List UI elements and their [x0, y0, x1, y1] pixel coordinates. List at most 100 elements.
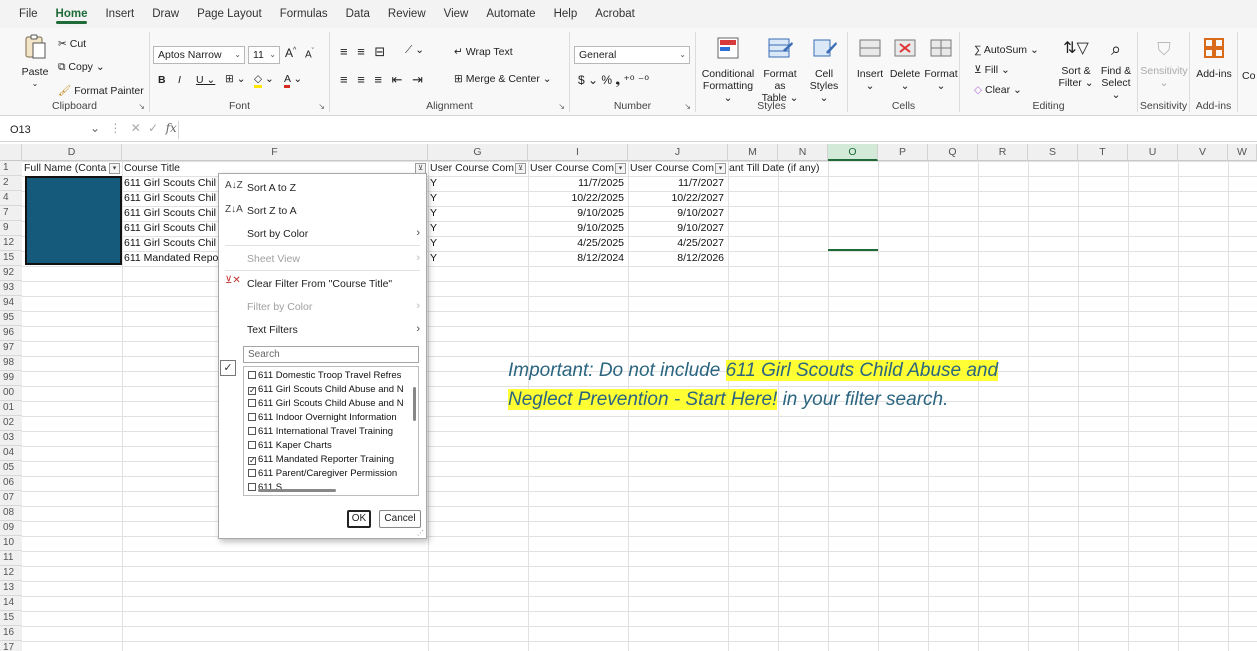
number-launcher-icon[interactable]: ↘: [684, 102, 691, 111]
row-header[interactable]: 94: [0, 296, 22, 311]
header-cell-valid-till[interactable]: ant Till Date (if any): [727, 161, 827, 176]
font-launcher-icon[interactable]: ↘: [318, 102, 325, 111]
row-header[interactable]: 15: [0, 251, 22, 266]
filter-dropdown-icon[interactable]: ▾: [715, 163, 726, 174]
find-select-button[interactable]: ⌕ Find & Select ⌄: [1096, 36, 1136, 101]
col-header-f[interactable]: F: [122, 144, 428, 161]
cancel-icon[interactable]: ✕: [131, 121, 141, 135]
row-header[interactable]: 95: [0, 311, 22, 326]
delete-cells-button[interactable]: Delete ⌄: [888, 36, 922, 92]
row-header[interactable]: 16: [0, 626, 22, 641]
row-header[interactable]: 05: [0, 461, 22, 476]
col-header-q[interactable]: Q: [928, 144, 978, 161]
alignment-launcher-icon[interactable]: ↘: [558, 102, 565, 111]
number-format-combo[interactable]: General ⌄: [574, 46, 690, 64]
copilot-button-partial[interactable]: Co: [1242, 70, 1255, 82]
filter-search-input[interactable]: Search: [243, 346, 419, 363]
col-header-r[interactable]: R: [978, 144, 1028, 161]
tab-view[interactable]: View: [435, 0, 478, 28]
clear-filter-item[interactable]: Clear Filter From "Course Title": [247, 278, 392, 290]
row-header[interactable]: 10: [0, 536, 22, 551]
font-color-icon[interactable]: A ⌄: [284, 73, 302, 88]
completed-cell[interactable]: Y: [430, 176, 450, 191]
borders-icon[interactable]: ⊞ ⌄: [225, 73, 246, 85]
row-header[interactable]: 2: [0, 176, 22, 191]
merge-center-button[interactable]: ⊞ Merge & Center ⌄: [454, 73, 552, 85]
header-cell-user-course-2[interactable]: User Course Com: [528, 161, 614, 176]
tab-formulas[interactable]: Formulas: [271, 0, 337, 28]
filter-active-icon[interactable]: ⊻: [515, 163, 526, 174]
sort-z-to-a-item[interactable]: Sort Z to A: [247, 205, 297, 217]
checkbox-checked[interactable]: ✓: [248, 457, 256, 465]
filter-value-item[interactable]: 611 Indoor Overnight Information: [248, 412, 414, 423]
clear-button[interactable]: ◇ Clear ⌄: [974, 84, 1022, 96]
formula-input[interactable]: [178, 121, 1257, 139]
row-header[interactable]: 04: [0, 446, 22, 461]
row-header[interactable]: 99: [0, 371, 22, 386]
expiry-date-cell[interactable]: 11/7/2027: [628, 176, 728, 191]
format-as-table-button[interactable]: Format as Table ⌄: [758, 36, 802, 104]
tab-home[interactable]: Home: [47, 0, 97, 28]
col-header-p[interactable]: P: [878, 144, 928, 161]
row-header[interactable]: 93: [0, 281, 22, 296]
row-header[interactable]: 12: [0, 566, 22, 581]
col-header-s[interactable]: S: [1028, 144, 1078, 161]
row-header[interactable]: 00: [0, 386, 22, 401]
course-title-cell[interactable]: 611 Girl Scouts Chil: [124, 221, 218, 236]
row-header[interactable]: 92: [0, 266, 22, 281]
completion-date-cell[interactable]: 11/7/2025: [528, 176, 628, 191]
row-header[interactable]: 07: [0, 491, 22, 506]
col-header-g[interactable]: G: [428, 144, 528, 161]
completion-date-cell[interactable]: 8/12/2024: [528, 251, 628, 266]
checkbox[interactable]: [248, 371, 256, 379]
tab-data[interactable]: Data: [337, 0, 379, 28]
expiry-date-cell[interactable]: 9/10/2027: [628, 221, 728, 236]
expiry-date-cell[interactable]: 10/22/2027: [628, 191, 728, 206]
conditional-formatting-button[interactable]: Conditional Formatting ⌄: [700, 36, 756, 104]
filter-dropdown-icon[interactable]: ▾: [109, 163, 120, 174]
cut-button[interactable]: ✂ Cut: [58, 38, 86, 50]
course-title-cell[interactable]: 611 Girl Scouts Chil: [124, 176, 218, 191]
checkbox[interactable]: [248, 413, 256, 421]
row-header[interactable]: 12: [0, 236, 22, 251]
sort-by-color-item[interactable]: Sort by Color: [247, 228, 308, 240]
checkbox[interactable]: [248, 469, 256, 477]
enter-icon[interactable]: ✓: [148, 121, 158, 135]
cell-styles-button[interactable]: Cell Styles ⌄: [804, 36, 844, 104]
shrink-font-icon[interactable]: Aˇ: [305, 48, 314, 60]
row-header[interactable]: 03: [0, 431, 22, 446]
col-header-j[interactable]: J: [628, 144, 728, 161]
expiry-date-cell[interactable]: 9/10/2027: [628, 206, 728, 221]
col-header-o[interactable]: O: [828, 144, 878, 161]
row-header[interactable]: 97: [0, 341, 22, 356]
completed-cell[interactable]: Y: [430, 191, 450, 206]
col-header-d[interactable]: D: [22, 144, 122, 161]
paste-button[interactable]: Paste ⌄: [18, 34, 52, 90]
addins-button[interactable]: Add-ins: [1192, 36, 1236, 80]
function-icon[interactable]: fx: [166, 121, 177, 135]
row-header[interactable]: 1: [0, 161, 22, 176]
course-title-cell[interactable]: 611 Girl Scouts Chil: [124, 206, 218, 221]
header-cell-user-course-1[interactable]: User Course Com: [428, 161, 514, 176]
format-painter-button[interactable]: 🖌 Format Painter: [58, 84, 144, 97]
fill-button[interactable]: ⊻ Fill ⌄: [974, 64, 1010, 76]
row-header[interactable]: 09: [0, 521, 22, 536]
fill-color-icon[interactable]: ◇ ⌄: [254, 73, 274, 88]
name-box[interactable]: O13: [6, 121, 86, 139]
filter-value-item[interactable]: 611 Parent/Caregiver Permission: [248, 468, 414, 479]
tab-automate[interactable]: Automate: [477, 0, 544, 28]
row-header[interactable]: 98: [0, 356, 22, 371]
sensitivity-button[interactable]: ⛉ Sensitivity ⌄: [1140, 36, 1188, 89]
wrap-text-button[interactable]: ↵ Wrap Text: [454, 46, 513, 58]
format-cells-button[interactable]: Format ⌄: [924, 36, 958, 92]
clipboard-launcher-icon[interactable]: ↘: [138, 102, 145, 111]
col-header-m[interactable]: M: [728, 144, 778, 161]
row-header[interactable]: 01: [0, 401, 22, 416]
sort-filter-button[interactable]: ⇅▽ Sort & Filter ⌄: [1056, 36, 1096, 89]
row-header[interactable]: 13: [0, 581, 22, 596]
col-header-n[interactable]: N: [778, 144, 828, 161]
completion-date-cell[interactable]: 9/10/2025: [528, 206, 628, 221]
resize-grip-icon[interactable]: ⋰: [417, 529, 424, 537]
underline-icon[interactable]: U ⌄: [196, 74, 215, 86]
text-filters-item[interactable]: Text Filters: [247, 324, 298, 336]
